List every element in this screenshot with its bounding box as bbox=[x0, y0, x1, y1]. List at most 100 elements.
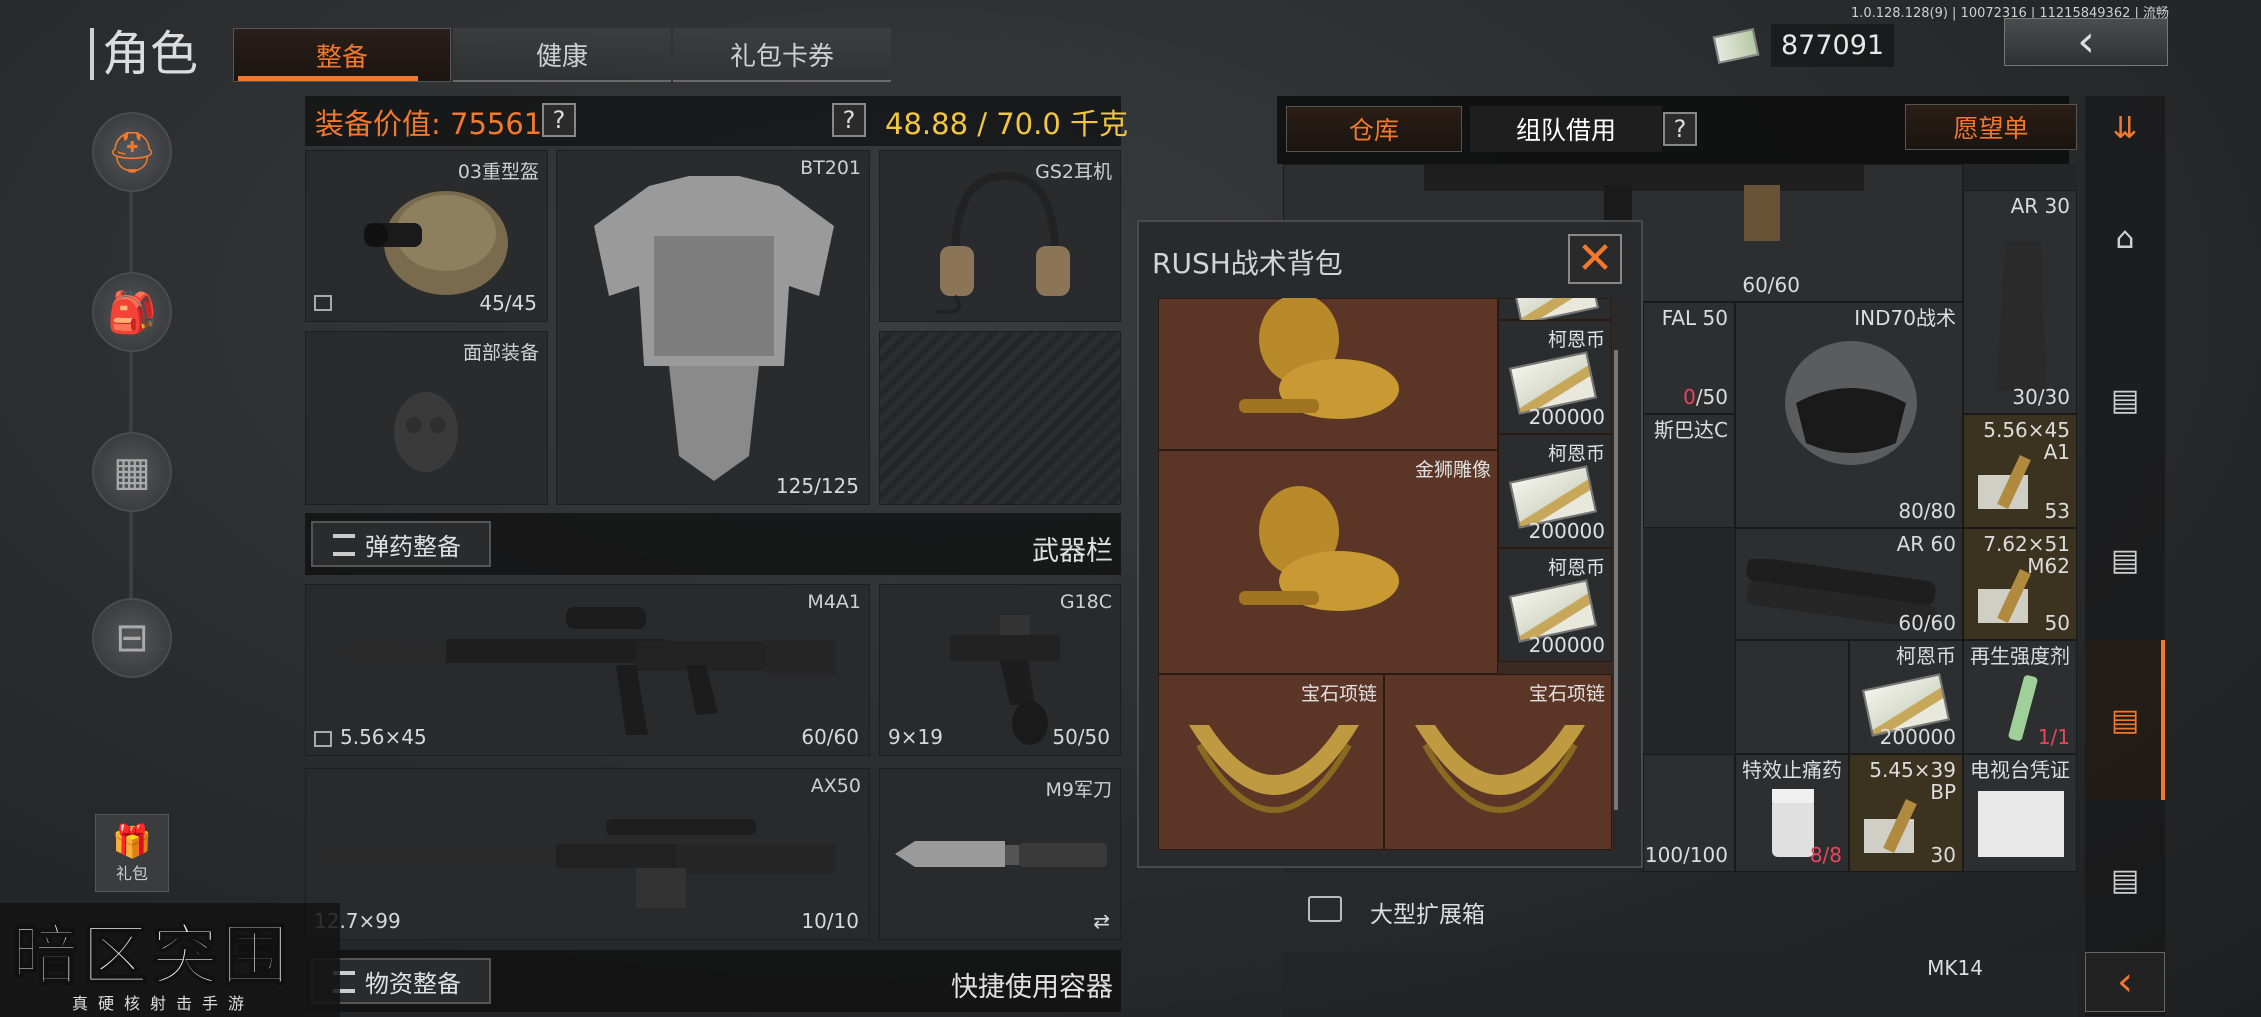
lion-statue-item[interactable]: 金狮雕像 bbox=[1158, 450, 1498, 674]
nav-rig-button[interactable]: ▦ bbox=[92, 432, 172, 512]
regen-item[interactable]: 再生强度剂 1/1 bbox=[1963, 640, 2077, 754]
item-name: FAL 50 bbox=[1661, 306, 1728, 330]
ammo-762-m62[interactable]: 7.62×51 M62 50 bbox=[1963, 528, 2077, 640]
item-count: 60/60 bbox=[1898, 611, 1956, 635]
ammo-556-a1[interactable]: 5.56×45 A1 53 bbox=[1963, 414, 2077, 528]
box-icon bbox=[314, 731, 332, 747]
sort-icon[interactable]: ⇊ bbox=[2100, 106, 2150, 150]
mag-ar30[interactable]: AR 30 30/30 bbox=[1963, 190, 2077, 414]
secondary-weapon-slot[interactable]: AX50 12.7×99 10/10 bbox=[305, 768, 870, 940]
gift-button[interactable]: 🎁 礼包 bbox=[95, 814, 169, 892]
coin-item[interactable]: 柯恩币 200000 bbox=[1498, 320, 1612, 434]
warehouse-help-button[interactable]: ? bbox=[1663, 112, 1697, 146]
item-100[interactable]: 100/100 bbox=[1643, 754, 1735, 872]
primary-weapon-slot[interactable]: M4A1 5.56×45 60/60 bbox=[305, 584, 870, 756]
carry-weight: 48.88 / 70.0 千克 bbox=[885, 107, 1129, 141]
tab-health[interactable]: 健康 bbox=[453, 28, 671, 82]
close-button[interactable]: ✕ bbox=[1568, 234, 1622, 284]
necklace-item[interactable]: 宝石项链 bbox=[1158, 674, 1384, 850]
coin-item-partial[interactable] bbox=[1498, 298, 1612, 325]
nav-backpack-button[interactable]: 🎒 bbox=[92, 272, 172, 352]
swap-icon[interactable]: ⇄ bbox=[1093, 909, 1110, 933]
item-name: 柯恩币 bbox=[1547, 329, 1605, 351]
tv-voucher-item[interactable]: 电视台凭证 bbox=[1963, 754, 2077, 872]
value-help-button[interactable]: ? bbox=[542, 103, 576, 137]
currency-display: 877091 bbox=[1712, 24, 1895, 67]
tab-loadout[interactable]: 整备 bbox=[233, 28, 451, 82]
face-slot-label: 面部装备 bbox=[462, 342, 539, 364]
ammo-loadout-label: 弹药整备 bbox=[365, 532, 461, 561]
item-name: 5.45×39 BP bbox=[1869, 758, 1956, 804]
container-icon-active[interactable]: ▤ bbox=[2100, 698, 2150, 742]
pistol-icon bbox=[950, 615, 1060, 745]
item-name: 柯恩币 bbox=[1896, 644, 1956, 668]
cash-icon bbox=[1712, 27, 1760, 64]
rig-icon: ▦ bbox=[113, 449, 151, 495]
collapse-button[interactable]: ‹ bbox=[2085, 952, 2165, 1012]
helmet-icon bbox=[364, 191, 508, 295]
empty-slot bbox=[879, 331, 1121, 505]
case-icon: ⊟ bbox=[115, 615, 149, 661]
item-name: 再生强度剂 bbox=[1970, 644, 2070, 668]
armor-slot[interactable]: BT201 125/125 bbox=[556, 150, 870, 505]
container-icon[interactable]: ▤ bbox=[2100, 858, 2150, 902]
chevron-left-icon: ‹ bbox=[2117, 959, 2133, 1005]
quick-container-title: 快捷使用容器 bbox=[951, 972, 1113, 1003]
large-expansion-box[interactable]: 大型扩展箱 bbox=[1370, 895, 1485, 929]
gift-icon: 🎁 bbox=[112, 822, 152, 860]
armor-icon: ⛑ bbox=[106, 129, 158, 176]
headset-slot[interactable]: GS2耳机 bbox=[879, 150, 1121, 322]
item-name: 斯巴达C bbox=[1654, 418, 1728, 442]
back-button[interactable]: ‹ bbox=[2004, 18, 2168, 66]
necklace-item[interactable]: 宝石项链 bbox=[1384, 674, 1612, 850]
item-count: 1/1 bbox=[2037, 725, 2070, 749]
supply-loadout-label: 物资整备 bbox=[365, 969, 461, 998]
wishlist-button[interactable]: 愿望单 bbox=[1905, 104, 2077, 150]
voucher-icon bbox=[1978, 791, 2064, 857]
item-count-max: /50 bbox=[1695, 385, 1728, 409]
item-name: 宝石项链 bbox=[1300, 683, 1377, 705]
loadout-value: 装备价值: 755618 bbox=[315, 107, 561, 141]
weight-help-button[interactable]: ? bbox=[832, 103, 866, 137]
painkiller-item[interactable]: 特效止痛药 8/8 bbox=[1735, 754, 1849, 872]
item-name: 柯恩币 bbox=[1547, 557, 1605, 579]
coin-item[interactable]: 柯恩币 200000 bbox=[1498, 434, 1612, 548]
nav-armor-button[interactable]: ⛑ bbox=[92, 112, 172, 192]
spartan-item[interactable]: 斯巴达C bbox=[1643, 414, 1735, 528]
gift-label: 礼包 bbox=[115, 864, 148, 883]
mk14-item[interactable]: MK14 bbox=[1283, 952, 2077, 1017]
home-icon[interactable]: ⌂ bbox=[2100, 216, 2150, 260]
helmet-ind70[interactable]: IND70战术 80/80 bbox=[1735, 302, 1963, 528]
game-logo-title: 暗区突围 bbox=[11, 916, 292, 995]
tab-gift-cards[interactable]: 礼包卡券 bbox=[673, 28, 891, 82]
item-name: 电视台凭证 bbox=[1970, 758, 2070, 782]
tab-bar: 整备 健康 礼包卡券 bbox=[233, 28, 893, 82]
mag-ar60[interactable]: AR 60 60/60 bbox=[1735, 528, 1963, 640]
coin-item[interactable]: 柯恩币 200000 bbox=[1498, 548, 1612, 662]
weapon-caliber: 9×19 bbox=[888, 725, 943, 749]
tab-team-borrow[interactable]: 组队借用 bbox=[1470, 106, 1662, 152]
currency-value: 877091 bbox=[1771, 24, 1895, 67]
melee-slot[interactable]: M9军刀 ⇄ bbox=[879, 768, 1121, 940]
close-icon: ✕ bbox=[1576, 233, 1614, 284]
tab-storage[interactable]: 仓库 bbox=[1286, 106, 1462, 152]
magazine-icon bbox=[1996, 241, 2046, 391]
item-name: 特效止痛药 bbox=[1742, 758, 1842, 782]
game-logo-subtitle: 真硬核射击手游 bbox=[72, 994, 255, 1013]
item-count: 200000 bbox=[1879, 725, 1956, 749]
face-slot[interactable]: 面部装备 bbox=[305, 331, 548, 505]
container-icon[interactable]: ▤ bbox=[2100, 538, 2150, 582]
item-name: 柯恩币 bbox=[1547, 443, 1605, 465]
rifle-icon bbox=[341, 607, 836, 735]
helmet-slot[interactable]: 03重型盔 45/45 bbox=[305, 150, 548, 322]
ammo-545-bp[interactable]: 5.45×39 BP 30 bbox=[1849, 754, 1963, 872]
nav-case-button[interactable]: ⊟ bbox=[92, 598, 172, 678]
lion-statue-item[interactable] bbox=[1158, 298, 1498, 450]
ammo-loadout-button[interactable]: 弹药整备 bbox=[311, 521, 491, 567]
coin-item[interactable]: 柯恩币 200000 bbox=[1849, 640, 1963, 754]
sidearm-slot[interactable]: G18C 9×19 50/50 bbox=[879, 584, 1121, 756]
popup-scrollbar[interactable] bbox=[1614, 350, 1618, 810]
backpack-grid: 柯恩币 200000 金狮雕像 柯恩币 200000 柯恩币 200000 宝石… bbox=[1158, 298, 1613, 850]
mag-fal50[interactable]: FAL 50 0/50 bbox=[1643, 302, 1735, 414]
container-icon[interactable]: ▤ bbox=[2100, 378, 2150, 422]
